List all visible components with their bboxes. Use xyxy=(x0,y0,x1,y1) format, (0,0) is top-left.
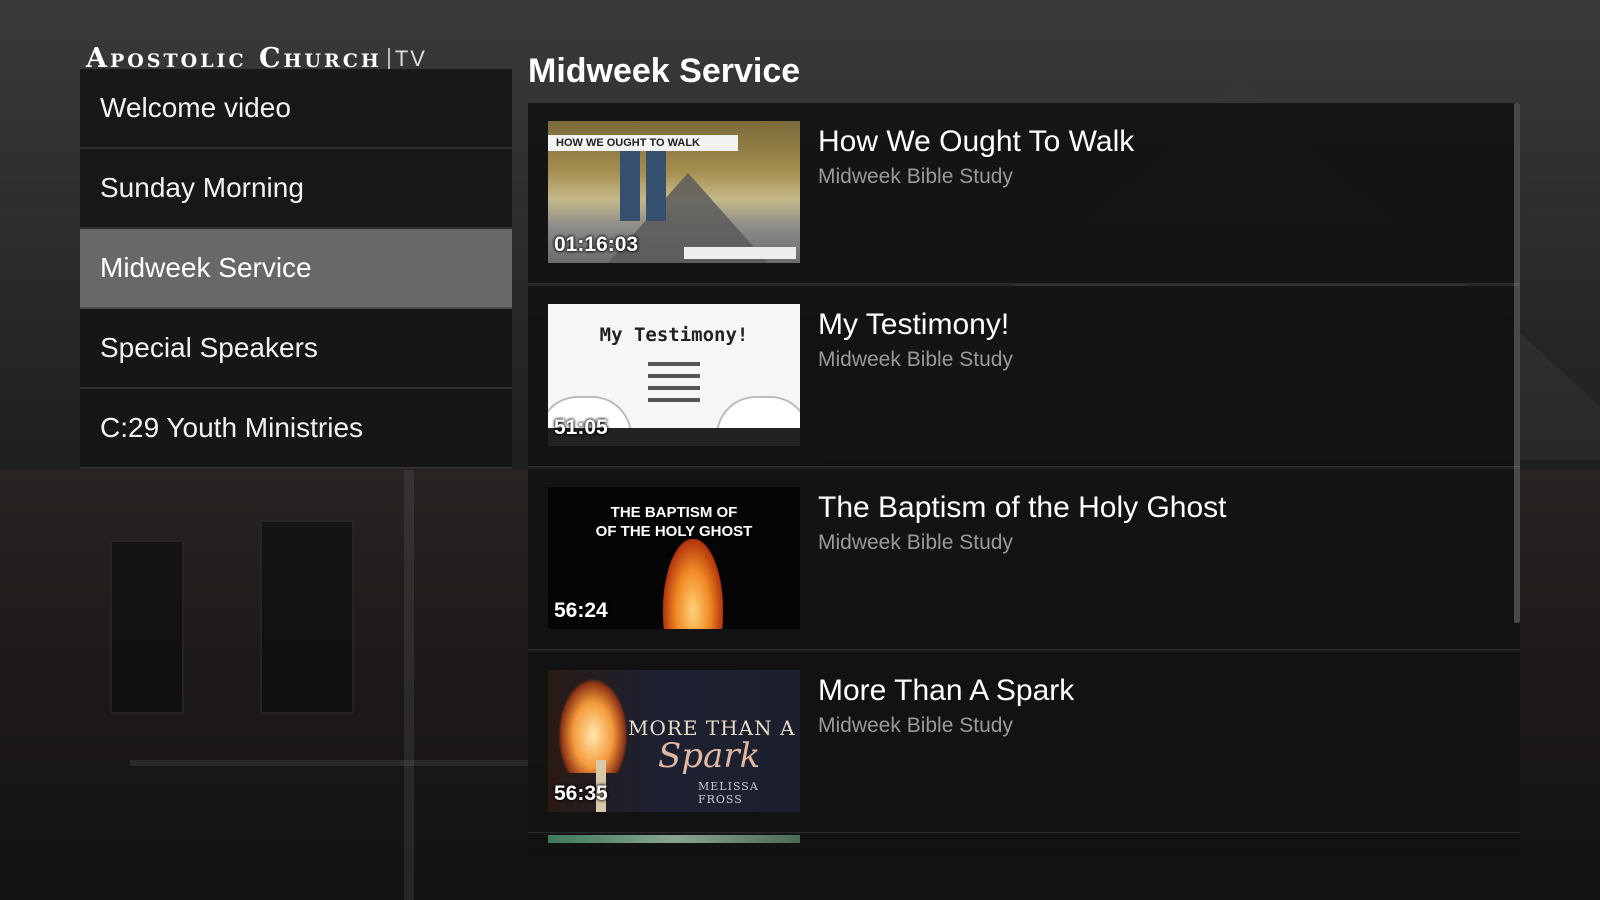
video-duration: 01:16:03 xyxy=(554,233,639,256)
category-menu: Welcome video Sunday Morning Midweek Ser… xyxy=(80,69,512,469)
video-item[interactable]: My Testimony! 51:05 My Testimony! Midwee… xyxy=(528,286,1520,467)
video-item[interactable]: HOW WE OUGHT TO WALK 01:16:03 How We Oug… xyxy=(528,103,1520,284)
menu-item-special-speakers[interactable]: Special Speakers xyxy=(80,309,512,389)
menu-item-label: Welcome video xyxy=(100,92,291,123)
thumbnail-caption-author: MELISSA FROSS xyxy=(698,780,759,806)
video-thumbnail: HOW WE OUGHT TO WALK 01:16:03 xyxy=(548,121,800,263)
video-title: More Than A Spark xyxy=(818,674,1075,707)
video-duration: 51:05 xyxy=(554,416,608,439)
video-thumbnail xyxy=(548,835,800,843)
logo-divider xyxy=(387,48,390,70)
thumbnail-caption: HOW WE OUGHT TO WALK xyxy=(548,135,738,151)
video-item[interactable]: THE BAPTISM OF OF THE HOLY GHOST 56:24 T… xyxy=(528,469,1520,650)
video-subtitle: Midweek Bible Study xyxy=(818,165,1013,188)
video-thumbnail: THE BAPTISM OF OF THE HOLY GHOST 56:24 xyxy=(548,487,800,629)
video-thumbnail: My Testimony! 51:05 xyxy=(548,304,800,446)
video-subtitle: Midweek Bible Study xyxy=(818,714,1013,737)
video-item[interactable]: MORE THAN A Spark MELISSA FROSS 56:35 Mo… xyxy=(528,652,1520,833)
menu-item-label: Midweek Service xyxy=(100,252,312,283)
thumbnail-caption: My Testimony! xyxy=(599,324,749,346)
menu-item-label: Sunday Morning xyxy=(100,172,304,203)
menu-item-youth-ministries[interactable]: C:29 Youth Ministries xyxy=(80,389,512,469)
video-title: My Testimony! xyxy=(818,308,1010,341)
menu-item-label: C:29 Youth Ministries xyxy=(100,412,364,443)
video-thumbnail: MORE THAN A Spark MELISSA FROSS 56:35 xyxy=(548,670,800,812)
video-list[interactable]: HOW WE OUGHT TO WALK 01:16:03 How We Oug… xyxy=(528,103,1520,855)
video-title: The Baptism of the Holy Ghost xyxy=(818,491,1227,524)
video-title: How We Ought To Walk xyxy=(818,125,1135,158)
video-duration: 56:24 xyxy=(554,599,608,622)
thumbnail-caption: THE BAPTISM OF OF THE HOLY GHOST xyxy=(595,504,753,540)
menu-item-label: Special Speakers xyxy=(100,332,318,363)
menu-item-welcome-video[interactable]: Welcome video xyxy=(80,69,512,149)
section-title: Midweek Service xyxy=(528,52,801,90)
video-subtitle: Midweek Bible Study xyxy=(818,531,1013,554)
video-list-scrollbar[interactable] xyxy=(1514,103,1520,623)
menu-item-midweek-service[interactable]: Midweek Service xyxy=(80,229,512,309)
menu-item-sunday-morning[interactable]: Sunday Morning xyxy=(80,149,512,229)
thumbnail-caption-script: Spark xyxy=(658,736,761,776)
video-subtitle: Midweek Bible Study xyxy=(818,348,1013,371)
video-item-partial[interactable] xyxy=(528,835,1520,855)
video-duration: 56:35 xyxy=(554,782,608,805)
